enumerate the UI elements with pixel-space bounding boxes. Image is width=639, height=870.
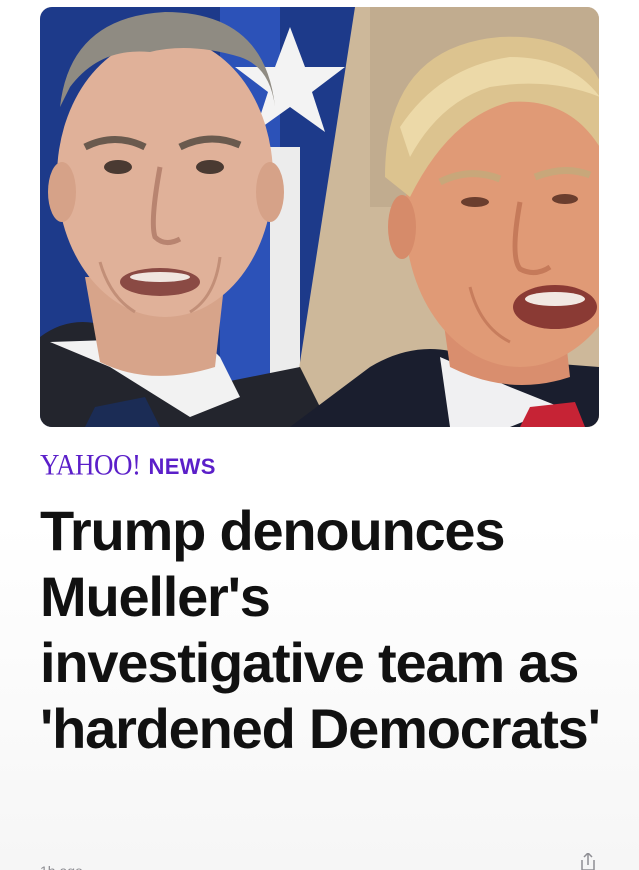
article-timestamp: 1h ago — [40, 862, 83, 870]
hero-photo — [40, 7, 599, 427]
source-label[interactable]: YAHOO! NEWS — [40, 448, 216, 484]
yahoo-logo: YAHOO! — [40, 448, 141, 482]
news-card[interactable]: YAHOO! NEWS Trump denounces Mueller's in… — [0, 0, 639, 870]
card-footer: 1h ago — [0, 850, 639, 870]
hero-image[interactable] — [40, 7, 599, 427]
article-headline[interactable]: Trump denounces Mueller's investigative … — [40, 498, 601, 762]
share-icon[interactable] — [577, 851, 599, 870]
source-section: NEWS — [148, 454, 216, 479]
